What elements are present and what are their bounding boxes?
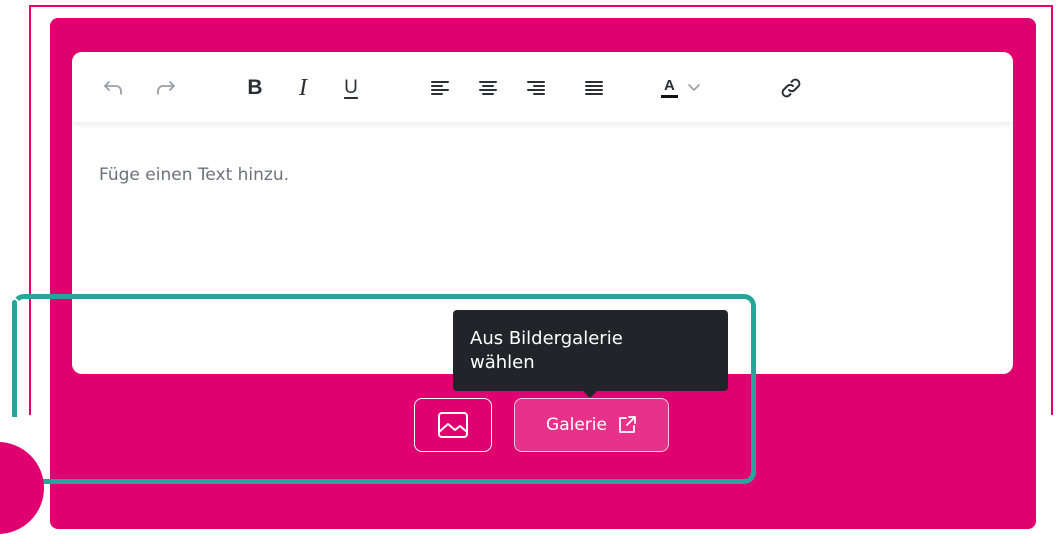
align-right-button[interactable] [520, 72, 552, 104]
align-justify-button[interactable] [578, 72, 610, 104]
highlight-frame-left-edge [12, 300, 17, 417]
align-justify-icon [585, 81, 603, 95]
undo-icon [104, 81, 122, 95]
text-color-button[interactable]: A [661, 72, 723, 104]
editor-placeholder: Füge einen Text hinzu. [99, 165, 290, 185]
text-color-label: A [661, 78, 678, 98]
align-left-icon [431, 81, 449, 95]
chevron-down-icon [688, 84, 700, 91]
redo-icon [157, 81, 175, 95]
italic-label: I [299, 74, 307, 101]
underline-label: U [344, 77, 358, 98]
italic-button[interactable]: I [287, 72, 319, 104]
bold-label: B [247, 76, 263, 99]
link-icon [781, 78, 801, 98]
align-center-button[interactable] [472, 72, 504, 104]
bold-button[interactable]: B [239, 72, 271, 104]
underline-button[interactable]: U [335, 72, 367, 104]
editor-text-area[interactable]: Füge einen Text hinzu. [99, 165, 289, 185]
align-right-icon [527, 81, 545, 95]
undo-button[interactable] [98, 72, 130, 104]
redo-button[interactable] [149, 72, 181, 104]
link-button[interactable] [775, 72, 807, 104]
align-center-icon [479, 81, 497, 95]
align-left-button[interactable] [424, 72, 456, 104]
highlight-frame [12, 294, 756, 484]
editor-toolbar: B I U A [72, 52, 1013, 122]
